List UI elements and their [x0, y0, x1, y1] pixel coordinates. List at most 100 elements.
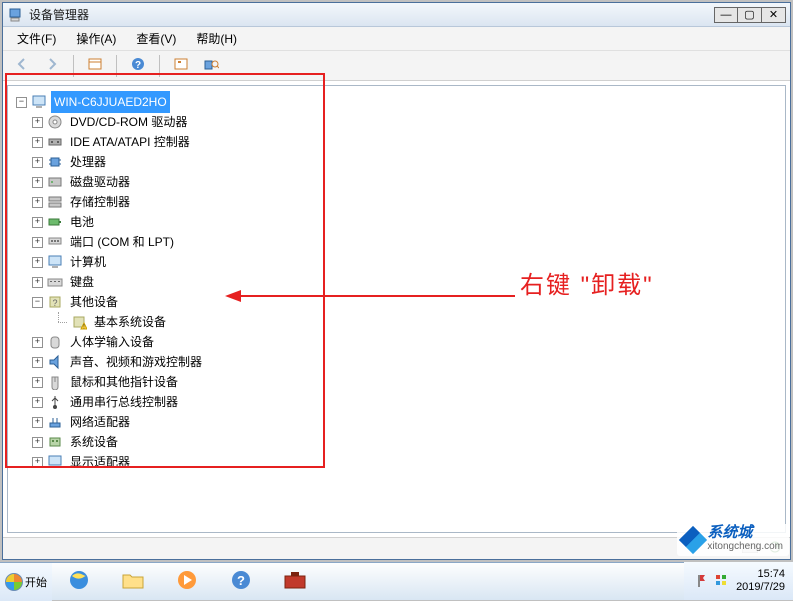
collapse-icon[interactable]: − — [16, 97, 27, 108]
device-manager-window: 设备管理器 — ▢ ✕ 文件(F) 操作(A) 查看(V) 帮助(H) ? — [2, 2, 791, 560]
expand-icon[interactable]: + — [32, 157, 43, 168]
mouse-icon — [47, 374, 63, 390]
maximize-button[interactable]: ▢ — [738, 7, 762, 23]
taskbar-media-player[interactable] — [161, 566, 213, 598]
expand-icon[interactable]: + — [32, 457, 43, 468]
taskbar-ie[interactable] — [53, 566, 105, 598]
tree-item[interactable]: + 鼠标和其他指针设备 — [12, 372, 781, 392]
battery-icon — [47, 214, 63, 230]
tree-item-label[interactable]: 基本系统设备 — [91, 311, 169, 333]
expand-icon[interactable]: + — [32, 357, 43, 368]
expand-icon[interactable]: + — [32, 337, 43, 348]
tree-item[interactable]: + 网络适配器 — [12, 412, 781, 432]
expand-icon[interactable]: + — [32, 217, 43, 228]
tree-item-label[interactable]: 电池 — [67, 211, 97, 233]
tree-item[interactable]: + IDE ATA/ATAPI 控制器 — [12, 132, 781, 152]
sound-icon — [47, 354, 63, 370]
port-icon — [47, 234, 63, 250]
menu-help[interactable]: 帮助(H) — [186, 27, 247, 50]
tree-item-label[interactable]: IDE ATA/ATAPI 控制器 — [67, 131, 193, 153]
device-tree[interactable]: − WIN-C6JJUAED2HO + DVD/CD-ROM 驱动器 + IDE AT… — [8, 86, 785, 516]
tree-root-label[interactable]: WIN-C6JJUAED2HO — [51, 91, 170, 113]
tree-item-label[interactable]: 存储控制器 — [67, 191, 133, 213]
menu-view[interactable]: 查看(V) — [126, 27, 186, 50]
expand-icon[interactable]: + — [32, 177, 43, 188]
tree-root-row[interactable]: − WIN-C6JJUAED2HO — [12, 92, 781, 112]
tree-item[interactable]: + 键盘 — [12, 272, 781, 292]
expand-icon[interactable]: + — [32, 137, 43, 148]
tree-item-label[interactable]: 声音、视频和游戏控制器 — [67, 351, 205, 373]
tree-item[interactable]: −?其他设备 — [12, 292, 781, 312]
tree-item[interactable]: + 端口 (COM 和 LPT) — [12, 232, 781, 252]
statusbar — [3, 537, 790, 559]
expand-icon[interactable]: + — [32, 237, 43, 248]
cpu-icon — [47, 154, 63, 170]
tree-item-label[interactable]: 人体学输入设备 — [67, 331, 157, 353]
tray-security-icon[interactable] — [714, 573, 728, 590]
toolbar-scan-button[interactable] — [168, 54, 194, 78]
expand-icon[interactable]: + — [32, 417, 43, 428]
close-button[interactable]: ✕ — [762, 7, 786, 23]
taskbar-explorer[interactable] — [107, 566, 159, 598]
toolbar-separator — [116, 55, 117, 77]
expand-icon[interactable]: + — [32, 117, 43, 128]
windows-logo-icon — [5, 573, 23, 591]
content-pane[interactable]: − WIN-C6JJUAED2HO + DVD/CD-ROM 驱动器 + IDE AT… — [7, 85, 786, 533]
menu-action[interactable]: 操作(A) — [66, 27, 126, 50]
tray-flag-icon[interactable] — [692, 573, 706, 590]
tree-item-label[interactable]: DVD/CD-ROM 驱动器 — [67, 111, 190, 133]
toolbar-help-button[interactable]: ? — [125, 54, 151, 78]
tree-item-label[interactable]: 通用串行总线控制器 — [67, 391, 181, 413]
tree-item[interactable]: + 声音、视频和游戏控制器 — [12, 352, 781, 372]
expand-icon[interactable]: + — [32, 197, 43, 208]
titlebar[interactable]: 设备管理器 — ▢ ✕ — [3, 3, 790, 27]
tree-item-label[interactable]: 网络适配器 — [67, 411, 133, 433]
tree-item-label[interactable]: 鼠标和其他指针设备 — [67, 371, 181, 393]
tree-item[interactable]: + 计算机 — [12, 252, 781, 272]
expand-icon[interactable]: + — [32, 257, 43, 268]
tree-item[interactable]: + 人体学输入设备 — [12, 332, 781, 352]
tree-item-label[interactable]: 磁盘驱动器 — [67, 171, 133, 193]
toolbar-properties-button[interactable] — [82, 54, 108, 78]
start-label: 开始 — [25, 574, 47, 590]
tree-item-label[interactable]: 键盘 — [67, 271, 97, 293]
taskbar-help[interactable]: ? — [215, 566, 267, 598]
toolbar: ? — [3, 51, 790, 81]
net-icon — [47, 414, 63, 430]
tree-item-label[interactable]: 显示适配器 — [67, 451, 133, 473]
taskbar-toolbox[interactable] — [269, 566, 321, 598]
tree-item-label[interactable]: 端口 (COM 和 LPT) — [67, 231, 177, 253]
tree-child-item[interactable]: !基本系统设备 — [12, 312, 781, 332]
collapse-icon[interactable]: − — [32, 297, 43, 308]
app-icon — [7, 7, 23, 23]
expand-icon[interactable]: + — [32, 437, 43, 448]
expand-icon[interactable]: + — [32, 397, 43, 408]
tree-item[interactable]: + 存储控制器 — [12, 192, 781, 212]
folder-icon — [121, 570, 145, 593]
tree-item-label[interactable]: 计算机 — [67, 251, 109, 273]
tree-item[interactable]: + 通用串行总线控制器 — [12, 392, 781, 412]
kbd-icon — [47, 274, 63, 290]
minimize-button[interactable]: — — [714, 7, 738, 23]
expand-icon[interactable]: + — [32, 277, 43, 288]
toolbar-show-hidden-button[interactable] — [198, 54, 224, 78]
tree-item-label[interactable]: 处理器 — [67, 151, 109, 173]
menubar: 文件(F) 操作(A) 查看(V) 帮助(H) — [3, 27, 790, 51]
taskbar[interactable]: 开始 ? 15:74 2019/7/29 — [0, 562, 793, 600]
tray-clock[interactable]: 15:74 2019/7/29 — [736, 568, 785, 594]
tree-item[interactable]: + 磁盘驱动器 — [12, 172, 781, 192]
tree-item-label[interactable]: 其他设备 — [67, 291, 121, 313]
annotation-text: 右键 "卸载" — [520, 265, 654, 300]
tree-item[interactable]: + 显示适配器 — [12, 452, 781, 472]
start-button[interactable]: 开始 — [0, 563, 52, 601]
menu-file[interactable]: 文件(F) — [7, 27, 66, 50]
tree-item[interactable]: + 系统设备 — [12, 432, 781, 452]
usb-icon — [47, 394, 63, 410]
pc-icon — [47, 254, 63, 270]
expand-icon[interactable]: + — [32, 377, 43, 388]
system-tray[interactable]: 15:74 2019/7/29 — [684, 562, 793, 600]
tree-item[interactable]: + DVD/CD-ROM 驱动器 — [12, 112, 781, 132]
tree-item[interactable]: + 处理器 — [12, 152, 781, 172]
tree-item[interactable]: + 电池 — [12, 212, 781, 232]
tree-item-label[interactable]: 系统设备 — [67, 431, 121, 453]
